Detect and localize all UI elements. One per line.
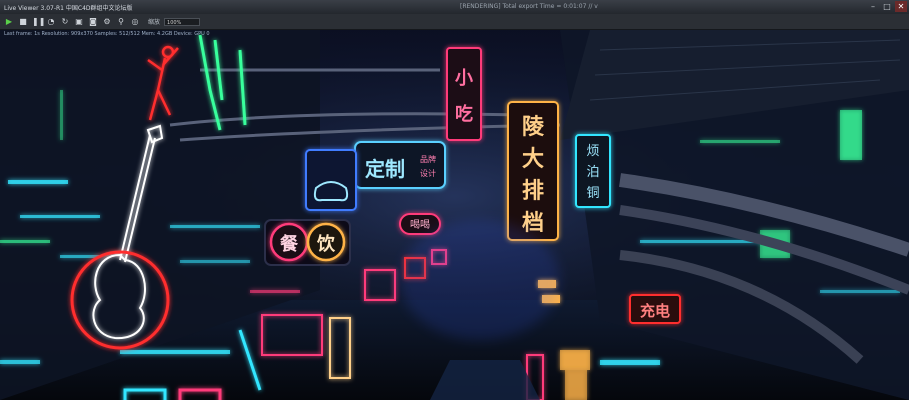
- sign-canyin-char-2: 饮: [316, 233, 336, 255]
- sign-dingzhi-sub-1: 品牌: [420, 154, 436, 164]
- clock-icon[interactable]: ◔: [46, 17, 56, 27]
- title-bar: Live Viewer 3.07-R1 中国C4D群组中文论坛版 [RENDER…: [0, 0, 909, 14]
- sign-fan: 烦 泊 铜: [575, 134, 611, 208]
- sign-chongdian-text: 充电: [640, 302, 670, 320]
- render-status: [RENDERING] Total export Time = 0:01:07 …: [460, 3, 598, 10]
- render-viewport[interactable]: 小 吃 定制 品牌 设计 陵 大 排 档 烦 泊 铜 餐 饮 喝喝 充电 Las…: [0, 30, 909, 400]
- sign-laidapaidang-char-2: 大: [522, 147, 544, 172]
- lock-icon[interactable]: ▣: [74, 17, 84, 27]
- sign-xiaochi-char-2: 吃: [455, 103, 473, 125]
- sign-hehe-text: 喝喝: [410, 219, 430, 231]
- zoom-select[interactable]: 100%: [164, 17, 201, 26]
- maximize-button[interactable]: □: [881, 1, 893, 12]
- window-controls: – □ ✕: [867, 1, 907, 12]
- sign-gamepad: [305, 149, 357, 211]
- pin-icon[interactable]: ⚲: [116, 17, 126, 27]
- sign-xiaochi-char-1: 小: [455, 68, 473, 89]
- window-title: Live Viewer 3.07-R1 中国C4D群组中文论坛版: [4, 4, 133, 12]
- sign-dingzhi-text: 定制: [365, 157, 405, 181]
- sign-canyin: 餐 饮: [264, 219, 351, 266]
- pause-icon[interactable]: ❚❚: [32, 17, 45, 27]
- sign-chongdian: 充电: [629, 294, 681, 324]
- sign-dingzhi: 定制 品牌 设计: [354, 141, 446, 189]
- gear-icon[interactable]: ⚙: [102, 17, 112, 27]
- alley-glow: [400, 220, 560, 340]
- sign-fan-char-1: 烦: [586, 144, 599, 159]
- sign-laidapaidang-char-1: 陵: [522, 114, 545, 140]
- sign-laidapaidang: 陵 大 排 档: [507, 101, 559, 241]
- minimize-button[interactable]: –: [867, 1, 879, 12]
- cyberpunk-render: 小 吃 定制 品牌 设计 陵 大 排 档 烦 泊 铜 餐 饮 喝喝 充电: [0, 30, 909, 400]
- close-button[interactable]: ✕: [895, 1, 907, 12]
- toolbar: ▶ ■ ❚❚ ◔ ↻ ▣ ◙ ⚙ ⚲ ◎ 缩放 100%: [0, 14, 909, 30]
- target-icon[interactable]: ◎: [130, 17, 140, 27]
- live-viewer-window: Live Viewer 3.07-R1 中国C4D群组中文论坛版 [RENDER…: [0, 0, 909, 400]
- play-icon[interactable]: ▶: [4, 17, 14, 27]
- sign-dingzhi-sub-2: 设计: [420, 168, 436, 178]
- sign-fan-char-3: 铜: [586, 186, 599, 201]
- render-info-line: Last frame: 1s Resolution: 909x370 Sampl…: [4, 31, 210, 37]
- camera-icon[interactable]: ◙: [88, 17, 98, 27]
- refresh-icon[interactable]: ↻: [60, 17, 70, 27]
- sign-canyin-char-1: 餐: [279, 233, 299, 255]
- sign-laidapaidang-char-3: 排: [522, 179, 544, 204]
- sign-xiaochi: 小 吃: [446, 47, 482, 141]
- zoom-label: 缩放: [148, 19, 161, 26]
- stop-icon[interactable]: ■: [18, 17, 28, 27]
- sign-fan-char-2: 泊: [586, 165, 599, 180]
